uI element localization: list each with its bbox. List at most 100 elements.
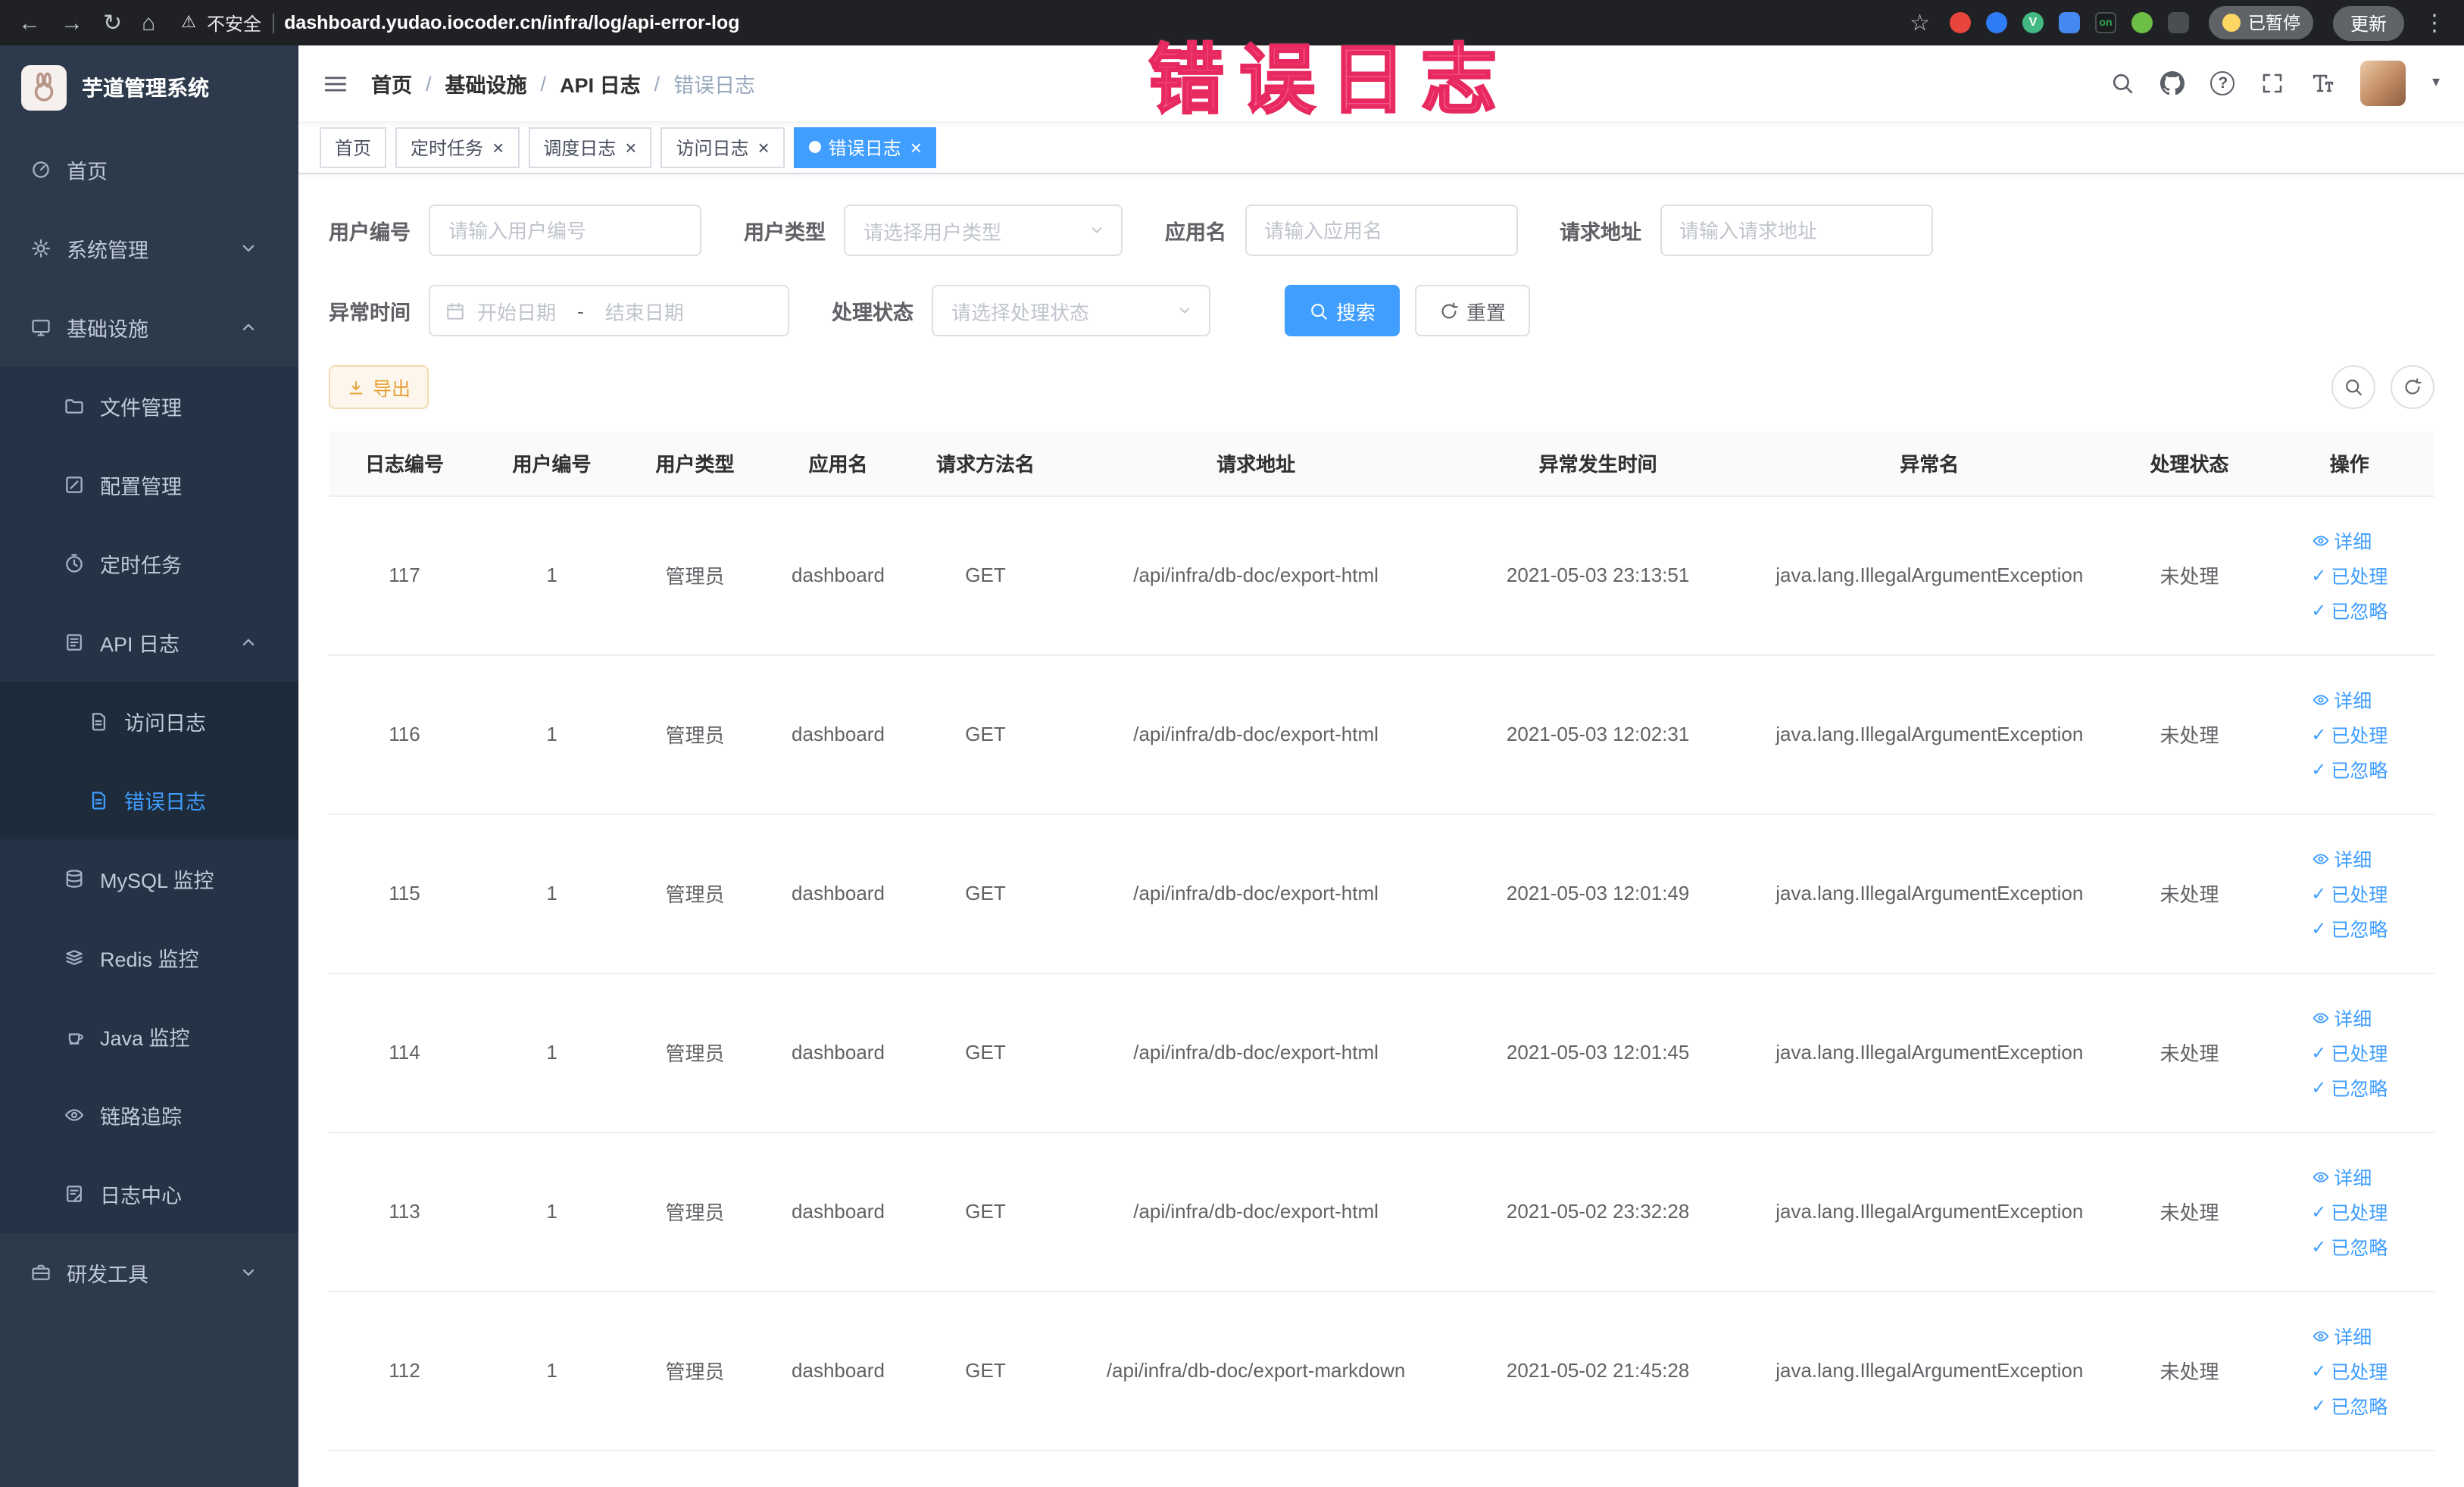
hamburger-icon[interactable] <box>323 70 348 96</box>
caret-down-icon[interactable]: ▾ <box>2432 75 2440 91</box>
bookmark-star-icon[interactable]: ☆ <box>1910 11 1930 34</box>
tab-home[interactable]: 首页 <box>320 127 387 167</box>
column-header: 请求方法名 <box>909 432 1062 496</box>
tab-job[interactable]: 定时任务 × <box>395 127 520 167</box>
processed-link[interactable]: ✓ 已处理 <box>2311 720 2387 748</box>
cell-app-name: dashboard <box>767 1291 910 1451</box>
close-icon[interactable]: × <box>758 136 770 158</box>
tab-error-log[interactable]: 错误日志 × <box>793 127 937 167</box>
sidebar-item-redis[interactable]: Redis 监控 <box>0 918 298 997</box>
processed-link[interactable]: ✓ 已处理 <box>2311 1356 2387 1385</box>
refresh-table-button[interactable] <box>2390 365 2434 409</box>
cell-url: /api/infra/db-doc/export-html <box>1061 654 1451 814</box>
cell-log-id: 112 <box>329 1291 481 1451</box>
home-icon[interactable]: ⌂ <box>142 11 155 34</box>
close-icon[interactable]: × <box>492 136 504 158</box>
extension-icon[interactable] <box>2058 12 2080 33</box>
security-label[interactable]: 不安全 <box>207 10 261 36</box>
process-status-select[interactable]: 请选择处理状态 <box>932 285 1210 336</box>
github-icon[interactable] <box>2160 71 2185 95</box>
cell-user-type: 管理员 <box>623 814 767 973</box>
action-label: 已处理 <box>2331 1362 2388 1383</box>
processed-link[interactable]: ✓ 已处理 <box>2311 1038 2387 1067</box>
user-type-select[interactable]: 请选择用户类型 <box>844 205 1123 256</box>
export-button[interactable]: 导出 <box>329 365 429 409</box>
export-button-label: 导出 <box>373 379 411 400</box>
reset-button[interactable]: 重置 <box>1415 285 1531 336</box>
menu-dots-icon[interactable]: ⋮ <box>2423 11 2446 34</box>
sidebar-item-access-log[interactable]: 访问日志 <box>0 682 298 761</box>
sidebar-item-label: 基础设施 <box>67 318 148 341</box>
app-name-input[interactable] <box>1244 205 1517 256</box>
detail-link[interactable]: 详细 <box>2311 526 2372 555</box>
logo[interactable]: 芋道管理系统 <box>0 45 298 130</box>
toggle-search-button[interactable] <box>2331 365 2375 409</box>
sidebar-item-job[interactable]: 定时任务 <box>0 524 298 603</box>
dashboard-icon <box>30 159 52 180</box>
ignored-link[interactable]: ✓ 已忽略 <box>2311 1391 2387 1420</box>
reload-icon[interactable]: ↻ <box>103 11 122 34</box>
detail-link[interactable]: 详细 <box>2311 1321 2372 1350</box>
detail-link[interactable]: 详细 <box>2311 1162 2372 1191</box>
ignored-link[interactable]: ✓ 已忽略 <box>2311 1232 2387 1261</box>
tab-label: 调度日志 <box>543 137 617 158</box>
ignored-link[interactable]: ✓ 已忽略 <box>2311 1073 2387 1101</box>
sidebar-item-trace[interactable]: 链路追踪 <box>0 1076 298 1154</box>
search-button[interactable]: 搜索 <box>1285 285 1401 336</box>
extension-puzzle-icon[interactable] <box>2167 12 2189 33</box>
sidebar-item-error-log[interactable]: 错误日志 <box>0 761 298 839</box>
sidebar-item-java[interactable]: Java 监控 <box>0 997 298 1076</box>
back-icon[interactable]: ← <box>18 11 41 34</box>
detail-link[interactable]: 详细 <box>2311 1003 2372 1032</box>
sidebar-item-infra[interactable]: 基础设施 <box>0 288 298 367</box>
cell-app-name: dashboard <box>767 973 910 1132</box>
tab-access-log[interactable]: 访问日志 × <box>661 127 785 167</box>
ignored-link[interactable]: ✓ 已忽略 <box>2311 754 2387 783</box>
ignored-link[interactable]: ✓ 已忽略 <box>2311 914 2387 942</box>
sidebar-item-file[interactable]: 文件管理 <box>0 367 298 445</box>
processed-link[interactable]: ✓ 已处理 <box>2311 879 2387 908</box>
extension-icon[interactable]: on <box>2094 12 2116 33</box>
sidebar-item-mysql[interactable]: MySQL 监控 <box>0 839 298 918</box>
extension-icon[interactable] <box>1949 12 1971 33</box>
address-bar[interactable]: ⚠ 不安全 dashboard.yudao.iocoder.cn/infra/l… <box>175 10 1890 36</box>
processed-link[interactable]: ✓ 已处理 <box>2311 1197 2387 1226</box>
paused-badge[interactable]: 已暂停 <box>2208 6 2314 39</box>
detail-link[interactable]: 详细 <box>2311 685 2372 714</box>
close-icon[interactable]: × <box>625 136 636 158</box>
forward-icon[interactable]: → <box>61 11 83 34</box>
extension-icon[interactable] <box>2131 12 2153 33</box>
reset-button-label: 重置 <box>1466 301 1507 323</box>
ignored-link[interactable]: ✓ 已忽略 <box>2311 595 2387 624</box>
user-avatar[interactable] <box>2360 61 2406 106</box>
help-icon[interactable]: ? <box>2210 71 2235 95</box>
vue-devtools-extension-icon[interactable]: V <box>2022 12 2044 33</box>
breadcrumb-item[interactable]: 首页 <box>371 68 412 98</box>
sidebar-item-api-log[interactable]: API 日志 <box>0 603 298 682</box>
table-toolbar: 导出 <box>329 365 2434 409</box>
tab-job-log[interactable]: 调度日志 × <box>528 127 652 167</box>
extension-icon[interactable] <box>1985 12 2007 33</box>
fullscreen-icon[interactable] <box>2261 71 2285 95</box>
search-icon[interactable] <box>2111 71 2135 95</box>
sidebar-item-dev-tools[interactable]: 研发工具 <box>0 1233 298 1312</box>
close-icon[interactable]: × <box>910 136 922 158</box>
cell-url: /api/infra/db-doc/export-html <box>1061 973 1451 1132</box>
exception-time-range[interactable]: 开始日期 - 结束日期 <box>429 285 789 336</box>
breadcrumb-item[interactable]: 基础设施 <box>445 68 527 98</box>
sidebar-item-home[interactable]: 首页 <box>0 130 298 209</box>
check-icon: ✓ <box>2311 723 2327 745</box>
action-label: 已处理 <box>2331 885 2388 906</box>
processed-link[interactable]: ✓ 已处理 <box>2311 561 2387 589</box>
breadcrumb-item[interactable]: API 日志 <box>560 68 641 98</box>
user-id-input[interactable] <box>429 205 701 256</box>
action-label: 已忽略 <box>2331 761 2388 782</box>
sidebar-item-system[interactable]: 系统管理 <box>0 209 298 288</box>
font-size-icon[interactable] <box>2311 71 2335 95</box>
detail-link[interactable]: 详细 <box>2311 844 2372 873</box>
update-button[interactable]: 更新 <box>2333 5 2403 40</box>
url-text[interactable]: dashboard.yudao.iocoder.cn/infra/log/api… <box>284 12 739 33</box>
sidebar-item-log-center[interactable]: 日志中心 <box>0 1154 298 1233</box>
sidebar-item-config[interactable]: 配置管理 <box>0 445 298 524</box>
request-url-input[interactable] <box>1660 205 1932 256</box>
